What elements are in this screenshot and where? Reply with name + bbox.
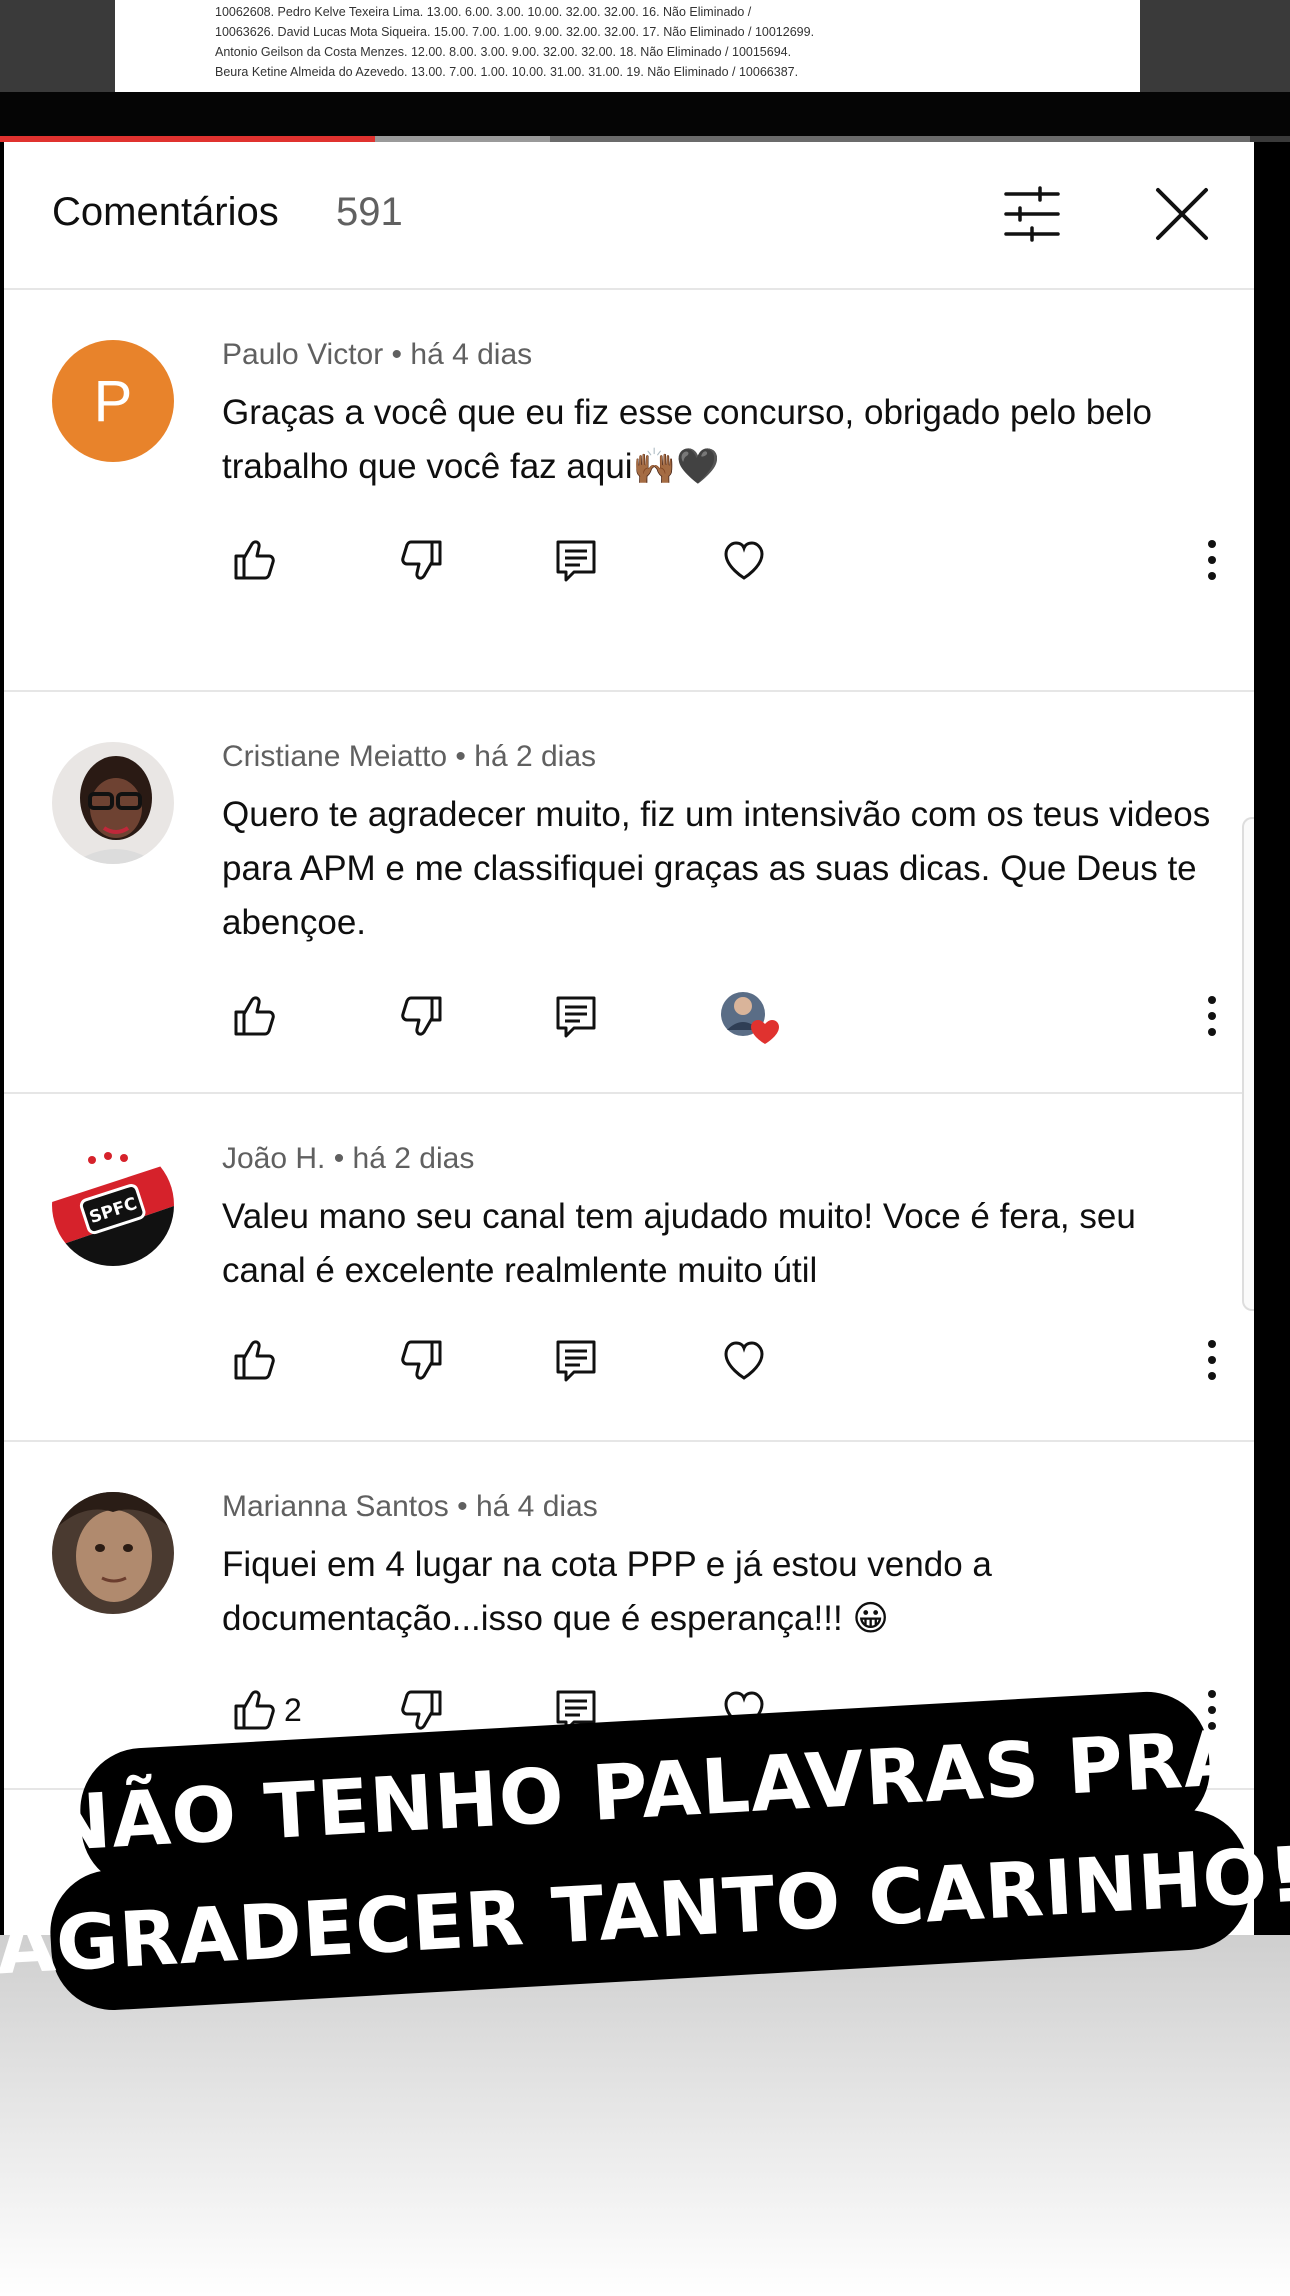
doc-line: Antonio Geilson da Costa Menzes. 12.00. … [215,45,792,59]
comment-text: Fiquei em 4 lugar na cota PPP e já estou… [222,1545,992,1638]
avatar[interactable] [52,1492,174,1614]
story-background [0,1935,1290,2296]
video-frame-document: 10062608. Pedro Kelve Texeira Lima. 13.0… [115,0,1140,92]
comment-actions: 2 [222,1686,1222,1742]
comment-actions [222,536,1222,592]
doc-line: Beura Ketine Almeida do Azevedo. 13.00. … [215,65,799,79]
video-letterbox [0,92,1290,136]
more-vert-icon[interactable] [1192,992,1232,1040]
doc-line: 10062608. Pedro Kelve Texeira Lima. 13.0… [215,5,752,19]
reply-icon[interactable] [552,1686,600,1734]
comment-text: Valeu mano seu canal tem ajudado muito! … [222,1197,1136,1290]
comment-actions [222,992,1222,1048]
thumbs-up-icon[interactable] [230,1336,278,1384]
comments-header: Comentários 591 [4,142,1254,290]
thumbs-down-icon[interactable] [398,1336,446,1384]
comment-meta: Marianna Santos • há 4 dias [222,1490,598,1523]
video-player[interactable]: 10062608. Pedro Kelve Texeira Lima. 13.0… [0,0,1290,142]
more-vert-icon[interactable] [1192,1686,1232,1734]
thumbs-up-icon[interactable] [230,1686,278,1734]
comment-item-partial [4,1790,1254,1850]
heart-icon[interactable] [720,536,768,584]
comment-actions [222,1336,1222,1392]
comment-item: Marianna Santos • há 4 dias Fiquei em 4 … [4,1442,1254,1790]
reply-icon[interactable] [552,992,600,1040]
comment-meta: João H. • há 2 dias [222,1142,475,1175]
comment-meta: Cristiane Meiatto • há 2 dias [222,740,597,773]
reply-icon[interactable] [552,536,600,584]
avatar[interactable] [52,742,174,864]
comment-meta: Paulo Victor • há 4 dias [222,338,533,371]
comment-item: SPFC João H. • há 2 dias Valeu mano seu … [4,1094,1254,1442]
creator-heart-icon [717,986,783,1048]
avatar-letter: P [93,368,133,434]
comments-count: 591 [336,190,403,234]
comment-text: Quero te agradecer muito, fiz um intensi… [222,795,1211,942]
thumbs-up-icon[interactable] [230,992,278,1040]
thumbs-down-icon[interactable] [398,1686,446,1734]
like-count: 2 [284,1692,302,1728]
heart-icon[interactable] [720,1336,768,1384]
comments-panel: Comentários 591 P Paulo Victor • há 4 di… [4,142,1254,1935]
scroll-handle[interactable] [1242,817,1254,1311]
thumbs-down-icon[interactable] [398,992,446,1040]
avatar[interactable]: P [52,340,174,462]
comment-item: Cristiane Meiatto • há 2 dias Quero te a… [4,692,1254,1094]
comment-item: P Paulo Victor • há 4 dias Graças a você… [4,290,1254,692]
thumbs-down-icon[interactable] [398,536,446,584]
doc-line: 10063626. David Lucas Mota Siqueira. 15.… [215,25,815,39]
filter-icon[interactable] [1002,186,1062,242]
avatar[interactable]: SPFC [52,1144,174,1266]
close-icon[interactable] [1152,184,1212,244]
reply-icon[interactable] [552,1336,600,1384]
comments-title: Comentários [52,190,279,234]
comment-text: Graças a você que eu fiz esse concurso, … [222,393,1153,486]
heart-icon[interactable] [720,1686,768,1734]
thumbs-up-icon[interactable] [230,536,278,584]
more-vert-icon[interactable] [1192,1336,1232,1384]
more-vert-icon[interactable] [1192,536,1232,584]
